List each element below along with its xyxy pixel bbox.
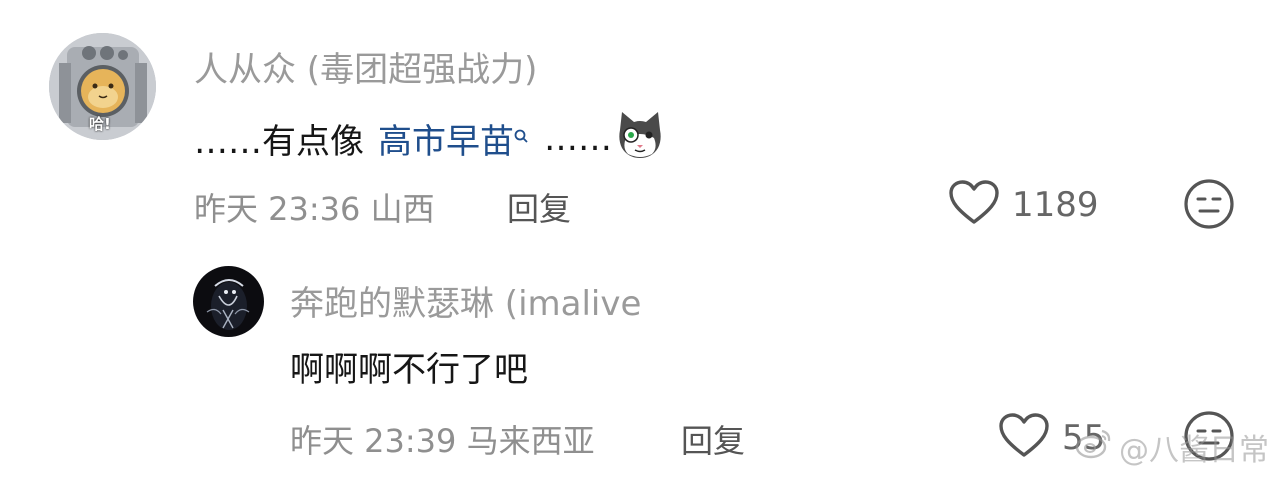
like-button[interactable]: 1189 — [948, 180, 1099, 230]
comment-text-suffix: …… — [544, 118, 612, 159]
reply-time: 昨天 23:39 — [290, 422, 457, 460]
comment-username[interactable]: 人从众 (毒团超强战力) — [194, 42, 537, 91]
cat-emoji-icon — [614, 108, 666, 169]
comment-meta: 昨天 23:36 山西 — [194, 184, 435, 230]
dislike-button[interactable] — [1183, 178, 1235, 234]
avatar[interactable]: 哈! — [49, 33, 156, 140]
watermark-text: @八酱日常 — [1119, 433, 1269, 468]
comment-text-prefix: ……有点像 — [194, 122, 364, 162]
reply-avatar[interactable] — [193, 266, 264, 337]
mention-link[interactable]: 高市早苗 — [378, 114, 530, 163]
weibo-icon — [1075, 427, 1113, 467]
heart-outline-icon — [948, 180, 1000, 230]
reply-username[interactable]: 奔跑的默瑟琳 (imalive — [290, 276, 641, 325]
watermark: @八酱日常 — [1075, 425, 1269, 469]
mention-text[interactable]: 高市早苗 — [378, 122, 514, 162]
comment-text: ……有点像 高市早苗 …… — [194, 108, 666, 169]
comment-time: 昨天 23:36 — [194, 190, 361, 228]
comment-location: 山西 — [370, 190, 435, 228]
reply-button[interactable]: 回复 — [507, 184, 571, 230]
neutral-face-icon — [1183, 179, 1235, 234]
reply-meta: 昨天 23:39 马来西亚 — [290, 416, 595, 462]
heart-outline-icon — [998, 413, 1050, 463]
reply-reply-button[interactable]: 回复 — [681, 416, 745, 462]
like-count: 1189 — [1012, 185, 1099, 225]
search-icon — [514, 116, 530, 156]
reply-text: 啊啊啊不行了吧 — [290, 350, 528, 390]
avatar-overlay-text: 哈! — [89, 115, 111, 133]
reply-location: 马来西亚 — [466, 422, 595, 460]
